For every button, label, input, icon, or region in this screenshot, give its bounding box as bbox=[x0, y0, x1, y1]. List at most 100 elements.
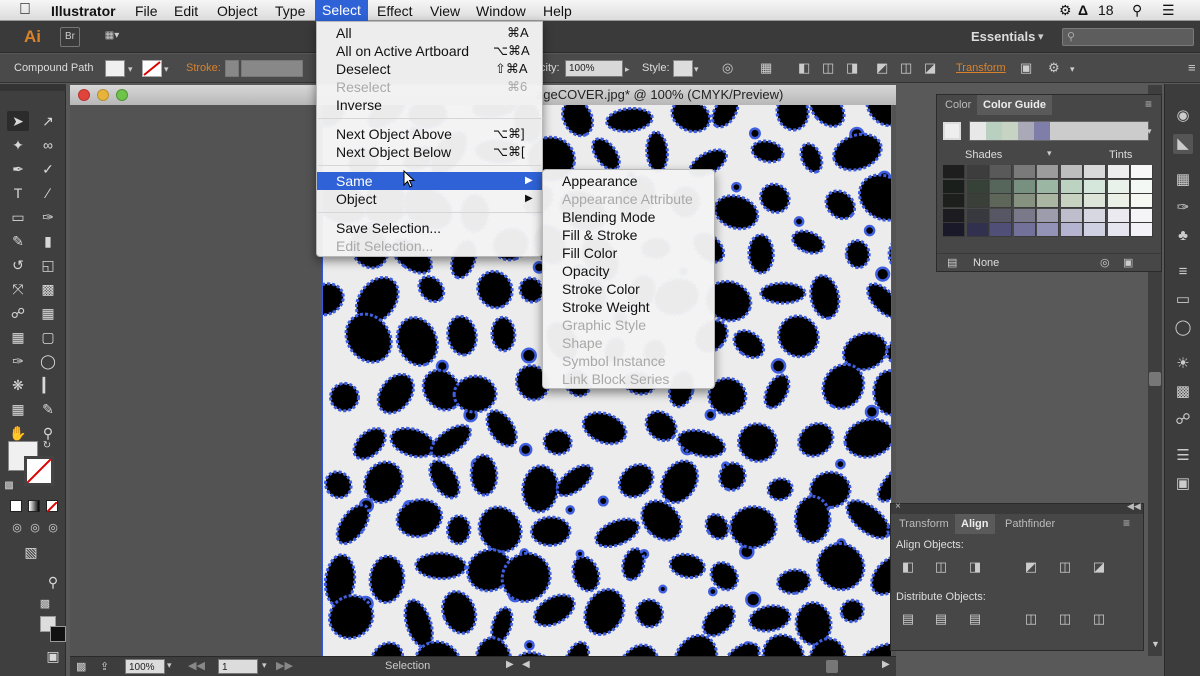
color-variation-swatch[interactable] bbox=[1131, 223, 1153, 237]
spot-shape[interactable] bbox=[667, 105, 715, 137]
search-icon[interactable]: ⚲ bbox=[1132, 2, 1142, 19]
spot-shape[interactable] bbox=[864, 404, 880, 419]
pencil-icon[interactable]: ✎ bbox=[7, 231, 29, 251]
color-variation-swatch[interactable] bbox=[990, 223, 1012, 237]
last-artboard-icon[interactable]: ▶▶ bbox=[276, 659, 293, 672]
align-top-icon[interactable]: ◩ bbox=[876, 61, 888, 75]
harmony-swatch[interactable] bbox=[970, 122, 986, 140]
spot-shape[interactable] bbox=[645, 130, 669, 174]
color-variation-swatch[interactable] bbox=[966, 165, 989, 179]
menu-item-all[interactable]: All ⌘A bbox=[317, 24, 542, 42]
stroke-label[interactable]: Stroke: bbox=[186, 62, 221, 74]
color-variation-swatch[interactable] bbox=[966, 194, 989, 208]
zoom-window-button[interactable] bbox=[116, 89, 128, 101]
spot-shape[interactable] bbox=[565, 505, 575, 515]
color-panel-icon[interactable]: ◉ bbox=[1173, 106, 1193, 126]
spot-shape[interactable] bbox=[414, 271, 449, 306]
color-variation-swatch[interactable] bbox=[1107, 194, 1130, 208]
submenu-item-link-block-series[interactable]: Link Block Series bbox=[543, 370, 669, 388]
width-icon[interactable]: ⤧ bbox=[7, 279, 29, 299]
spot-shape[interactable] bbox=[829, 128, 886, 176]
transform-link[interactable]: Transform bbox=[956, 62, 1006, 74]
tools-panel-header[interactable] bbox=[0, 84, 66, 91]
color-variation-swatch[interactable] bbox=[1013, 208, 1036, 223]
spot-shape[interactable] bbox=[592, 513, 643, 552]
spot-shape[interactable] bbox=[807, 273, 842, 321]
color-variation-swatch[interactable] bbox=[966, 208, 989, 223]
spot-shape[interactable] bbox=[808, 534, 874, 599]
tab-align[interactable]: Align bbox=[955, 514, 995, 534]
spot-shape[interactable] bbox=[774, 105, 811, 133]
spot-shape[interactable] bbox=[368, 554, 406, 605]
spot-shape[interactable] bbox=[371, 368, 421, 420]
spot-shape[interactable] bbox=[707, 586, 718, 597]
tab-color[interactable]: Color bbox=[939, 95, 977, 115]
spot-shape[interactable] bbox=[803, 105, 851, 133]
color-variation-swatch[interactable] bbox=[1060, 223, 1083, 237]
color-variation-swatch[interactable] bbox=[1060, 165, 1083, 179]
spot-shape[interactable] bbox=[323, 278, 348, 320]
vertical-align-bottom-icon[interactable]: ◪ bbox=[1090, 558, 1108, 576]
options-icon[interactable]: ⚙ bbox=[1048, 61, 1060, 75]
color-variation-swatch[interactable] bbox=[1084, 165, 1106, 179]
spot-shape[interactable] bbox=[474, 635, 514, 656]
transparency-icon[interactable]: ◯ bbox=[1173, 318, 1193, 338]
symbols-icon[interactable]: ♣ bbox=[1173, 226, 1193, 246]
color-variation-swatch[interactable] bbox=[1107, 165, 1130, 179]
harmony-colors-bar[interactable] bbox=[969, 121, 1149, 141]
panel-menu-icon[interactable]: ≡ bbox=[1188, 61, 1196, 75]
harmony-swatch[interactable] bbox=[1034, 122, 1050, 140]
submenu-item-fill-color[interactable]: Fill Color bbox=[543, 244, 617, 262]
spot-shape[interactable] bbox=[471, 265, 518, 313]
submenu-item-symbol-instance[interactable]: Symbol Instance bbox=[543, 352, 666, 370]
horizontal-scroll-thumb[interactable] bbox=[826, 660, 838, 673]
spot-shape[interactable] bbox=[609, 638, 666, 656]
scroll-left-icon[interactable]: ◀ bbox=[522, 659, 530, 670]
fill-swatch[interactable] bbox=[105, 60, 125, 77]
color-variation-swatch[interactable] bbox=[1131, 208, 1153, 223]
brushes-icon[interactable]: ✑ bbox=[1173, 198, 1193, 218]
distribute-left-icon[interactable]: ◫ bbox=[1022, 610, 1040, 628]
scale-icon[interactable]: ◱ bbox=[37, 255, 59, 275]
spot-shape[interactable] bbox=[792, 417, 839, 463]
color-variation-swatch[interactable] bbox=[1037, 179, 1059, 194]
horizontal-align-left-icon[interactable]: ◧ bbox=[899, 558, 917, 576]
color-variation-swatch[interactable] bbox=[1060, 194, 1083, 208]
color-variation-swatch[interactable] bbox=[1013, 223, 1036, 237]
spot-shape[interactable] bbox=[776, 568, 812, 595]
chevron-down-icon[interactable]: ▾ bbox=[167, 660, 172, 671]
color-variation-swatch[interactable] bbox=[943, 165, 965, 179]
submenu-item-fill-and-stroke[interactable]: Fill & Stroke bbox=[543, 226, 637, 244]
spot-shape[interactable] bbox=[393, 495, 446, 542]
direct-selection-icon[interactable]: ↗ bbox=[37, 111, 59, 131]
spot-shape[interactable] bbox=[328, 381, 360, 413]
spot-shape[interactable] bbox=[862, 278, 892, 322]
spot-shape[interactable] bbox=[759, 281, 807, 305]
none-mode-icon[interactable] bbox=[46, 500, 58, 513]
color-variation-swatch[interactable] bbox=[943, 194, 965, 208]
spot-shape[interactable] bbox=[520, 347, 537, 364]
spot-shape[interactable] bbox=[337, 305, 401, 371]
spot-shape[interactable] bbox=[745, 591, 762, 608]
spot-shape[interactable] bbox=[835, 458, 846, 470]
spot-shape[interactable] bbox=[579, 407, 631, 450]
align-left-icon[interactable]: ◧ bbox=[798, 61, 810, 75]
layers-icon[interactable]: ☰ bbox=[1173, 446, 1193, 466]
tab-color-guide[interactable]: Color Guide bbox=[977, 95, 1052, 115]
spot-shape[interactable] bbox=[605, 106, 654, 133]
distribute-right-icon[interactable]: ◫ bbox=[1090, 610, 1108, 628]
tab-pathfinder[interactable]: Pathfinder bbox=[999, 514, 1061, 534]
menu-item-object[interactable]: Object ▶ bbox=[317, 190, 542, 208]
eraser-icon[interactable]: ▮ bbox=[37, 231, 59, 251]
mesh-icon[interactable]: ▦ bbox=[7, 327, 29, 347]
gradient-panel-icon[interactable]: ▭ bbox=[1173, 290, 1193, 310]
stroke-swatch[interactable] bbox=[142, 60, 162, 77]
spot-shape[interactable] bbox=[469, 453, 499, 497]
chevron-down-icon[interactable]: ▾ bbox=[694, 62, 699, 76]
spot-shape[interactable] bbox=[750, 138, 785, 164]
color-variation-swatch[interactable] bbox=[1107, 179, 1130, 194]
default-colors-icon[interactable]: ▩ bbox=[2, 476, 16, 496]
save-group-icon[interactable]: ▣ bbox=[1123, 256, 1133, 269]
menu-object[interactable]: Object bbox=[210, 2, 264, 20]
gradient-mode-icon[interactable] bbox=[28, 500, 40, 512]
